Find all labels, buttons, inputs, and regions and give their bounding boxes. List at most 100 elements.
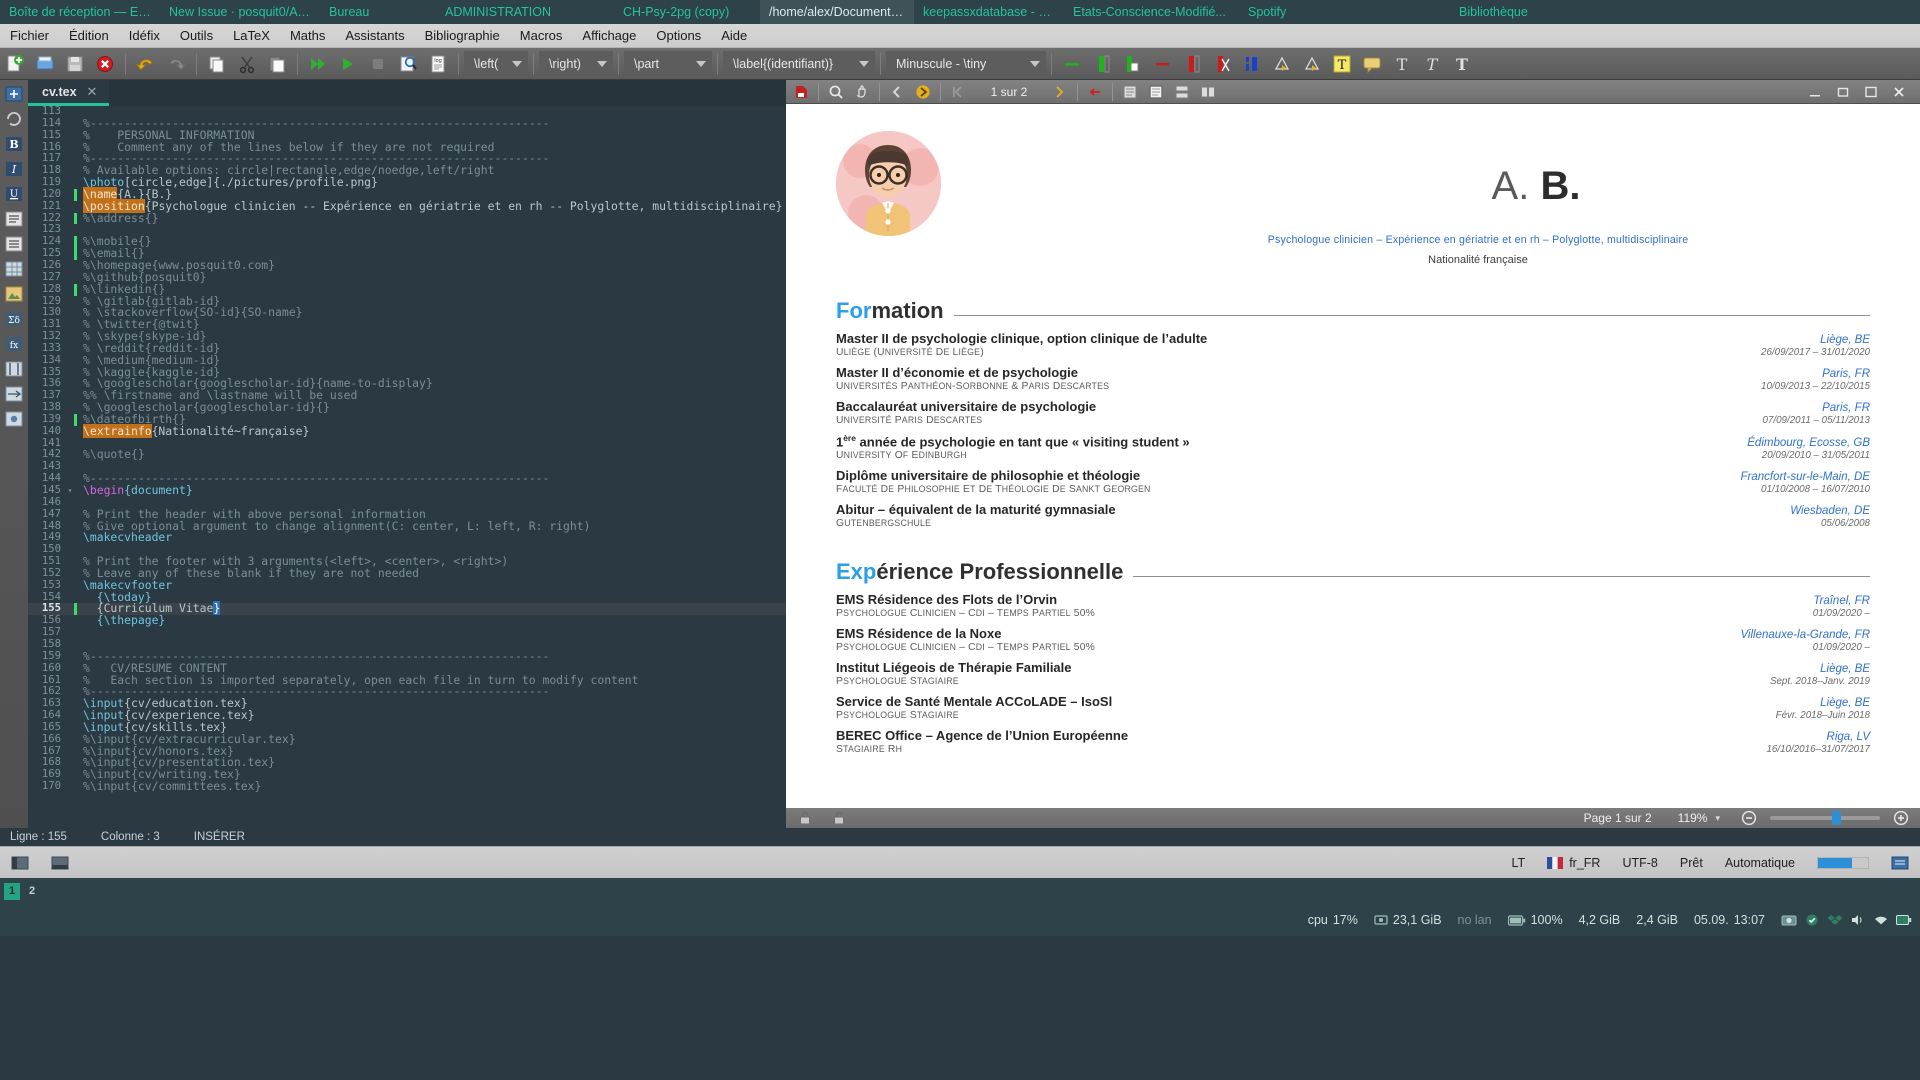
taskbar-item[interactable]: ADMINISTRATION — [415, 0, 605, 24]
previous-page-icon[interactable] — [884, 81, 910, 103]
code-line[interactable]: 140 \extrainfo{Nationalité~française} — [28, 423, 786, 438]
close-document-icon[interactable] — [90, 49, 120, 79]
session-icon[interactable] — [1880, 855, 1920, 871]
sidebar-tool-wizard-icon[interactable] — [3, 84, 25, 104]
zoom-out-icon[interactable] — [1736, 807, 1762, 829]
insert-column-green-icon[interactable] — [1087, 49, 1117, 79]
label-combo[interactable]: \label{(identifiant)} — [723, 50, 875, 77]
comment-tool-icon[interactable] — [1357, 49, 1387, 79]
cut-column-red-icon[interactable] — [1207, 49, 1237, 79]
zoom-in-icon[interactable] — [1888, 807, 1914, 829]
taskbar-item[interactable]: Spotify — [1239, 0, 1349, 24]
insert-cell-green-icon[interactable] — [1117, 49, 1147, 79]
maximize-icon[interactable] — [1858, 81, 1884, 103]
menu-options[interactable]: Options — [646, 24, 711, 48]
code-line[interactable]: 170 %\input{cv/committees.tex} — [28, 780, 786, 793]
compile-icon[interactable] — [333, 49, 363, 79]
structure-view-toggle[interactable] — [0, 855, 40, 871]
sidebar-bold-icon[interactable]: B — [3, 134, 25, 154]
keyboard-layout-indicator[interactable]: LT — [1501, 856, 1537, 870]
sidebar-table-icon[interactable] — [3, 259, 25, 279]
sidebar-tool-refresh-icon[interactable] — [3, 109, 25, 129]
sidebar-list-alt-icon[interactable] — [3, 234, 25, 254]
taskbar-item[interactable]: Bureau — [320, 0, 415, 24]
hand-tool-icon[interactable] — [849, 81, 875, 103]
right-delimiter-combo[interactable]: \right) — [539, 50, 613, 77]
sidebar-list-icon[interactable] — [3, 209, 25, 229]
menu-outils[interactable]: Outils — [170, 24, 223, 48]
view-log-icon[interactable]: log — [423, 49, 453, 79]
menu-maths[interactable]: Maths — [280, 24, 335, 48]
restore-icon[interactable] — [1830, 81, 1856, 103]
pdf-page-indicator[interactable]: 1 sur 2 — [971, 85, 1047, 99]
paste-icon[interactable] — [262, 49, 292, 79]
workspace-1[interactable]: 1 — [4, 882, 20, 900]
sidebar-underline-icon[interactable]: U — [3, 184, 25, 204]
code-line[interactable]: 149 \makecvheader — [28, 531, 786, 544]
zoom-combo-arrow[interactable]: ▾ — [1715, 813, 1720, 824]
jump-to-source-icon[interactable] — [1082, 81, 1108, 103]
code-line[interactable]: 145 ▾ \begin{document} — [28, 484, 786, 497]
align-right-yellow-icon[interactable] — [1297, 49, 1327, 79]
taskbar-item[interactable]: Bibliothèque — [1349, 0, 1549, 24]
zoom-slider[interactable] — [1770, 811, 1880, 825]
sidebar-math-icon[interactable]: Σδ — [3, 309, 25, 329]
sidebar-image-icon[interactable] — [3, 284, 25, 304]
menu-assistants[interactable]: Assistants — [335, 24, 414, 48]
new-document-icon[interactable] — [0, 49, 30, 79]
math-symbol-T-icon[interactable]: T — [1387, 49, 1417, 79]
font-size-combo[interactable]: Minuscule - \tiny — [886, 50, 1046, 77]
magnify-icon[interactable] — [823, 81, 849, 103]
delete-row-red-icon[interactable] — [1147, 49, 1177, 79]
left-delimiter-combo[interactable]: \left( — [464, 50, 528, 77]
taskbar-item-active[interactable]: /home/alex/Documents/A... — [760, 0, 914, 24]
taskbar-item[interactable]: Etats-Conscience-Modifié... — [1064, 0, 1239, 24]
code-text-area[interactable]: 113 114 %---------------------------------… — [28, 106, 786, 828]
next-page-icon[interactable] — [910, 81, 936, 103]
menu-affichage[interactable]: Affichage — [572, 24, 646, 48]
menu-edition[interactable]: Édition — [59, 24, 119, 48]
close-icon[interactable]: ✕ — [87, 84, 98, 100]
code-line[interactable]: 142 %\quote{} — [28, 449, 786, 461]
section-level-combo[interactable]: \part — [624, 50, 712, 77]
close-window-icon[interactable] — [1886, 81, 1912, 103]
align-left-yellow-icon[interactable] — [1267, 49, 1297, 79]
math-symbol-T-italic-icon[interactable]: T — [1417, 49, 1447, 79]
code-line[interactable]: 157 — [28, 626, 786, 639]
tab-cv-tex[interactable]: cv.tex ✕ — [28, 80, 110, 106]
last-page-icon[interactable] — [1047, 81, 1073, 103]
taskbar-item[interactable]: Boîte de réception — Evo... — [0, 0, 160, 24]
menu-fichier[interactable]: Fichier — [0, 24, 59, 48]
menu-bibliographie[interactable]: Bibliographie — [415, 24, 510, 48]
workspace-2[interactable]: 2 — [24, 882, 40, 900]
console-view-toggle[interactable] — [40, 855, 80, 871]
clock[interactable]: 05.09. 13:07 — [1686, 913, 1773, 927]
cut-icon[interactable] — [232, 49, 262, 79]
sidebar-formula-icon[interactable]: fx — [3, 334, 25, 354]
delete-column-red-icon[interactable] — [1177, 49, 1207, 79]
sidebar-italic-icon[interactable]: I — [3, 159, 25, 179]
pdf-page-canvas[interactable]: A. B. Psychologue clinicien – Expérience… — [786, 104, 1920, 808]
sidebar-misc-icon[interactable] — [3, 409, 25, 429]
sync-lock-icon[interactable] — [826, 807, 852, 829]
code-line[interactable]: 122 %\address{} — [28, 212, 786, 225]
minimize-icon[interactable] — [1802, 81, 1828, 103]
undo-icon[interactable] — [131, 49, 161, 79]
sidebar-matrix-icon[interactable] — [3, 359, 25, 379]
taskbar-item[interactable]: keepassxdatabase - KeeP... — [914, 0, 1064, 24]
code-line[interactable]: 156 {\thepage} — [28, 614, 786, 627]
fit-width-icon[interactable] — [1117, 81, 1143, 103]
align-rule-green-icon[interactable] — [1057, 49, 1087, 79]
menu-macros[interactable]: Macros — [510, 24, 573, 48]
language-indicator[interactable]: fr_FR — [1536, 856, 1611, 870]
build-and-view-icon[interactable] — [303, 49, 333, 79]
copy-icon[interactable] — [202, 49, 232, 79]
menu-idefix[interactable]: Idéfix — [119, 24, 170, 48]
encoding-indicator[interactable]: UTF-8 — [1611, 856, 1668, 870]
sidebar-arrows-icon[interactable] — [3, 384, 25, 404]
fold-marker[interactable]: ▾ — [66, 485, 74, 497]
menu-aide[interactable]: Aide — [711, 24, 757, 48]
continuous-view-icon[interactable] — [1169, 81, 1195, 103]
paste-column-blue-icon[interactable] — [1237, 49, 1267, 79]
single-page-view-icon[interactable] — [1143, 81, 1169, 103]
